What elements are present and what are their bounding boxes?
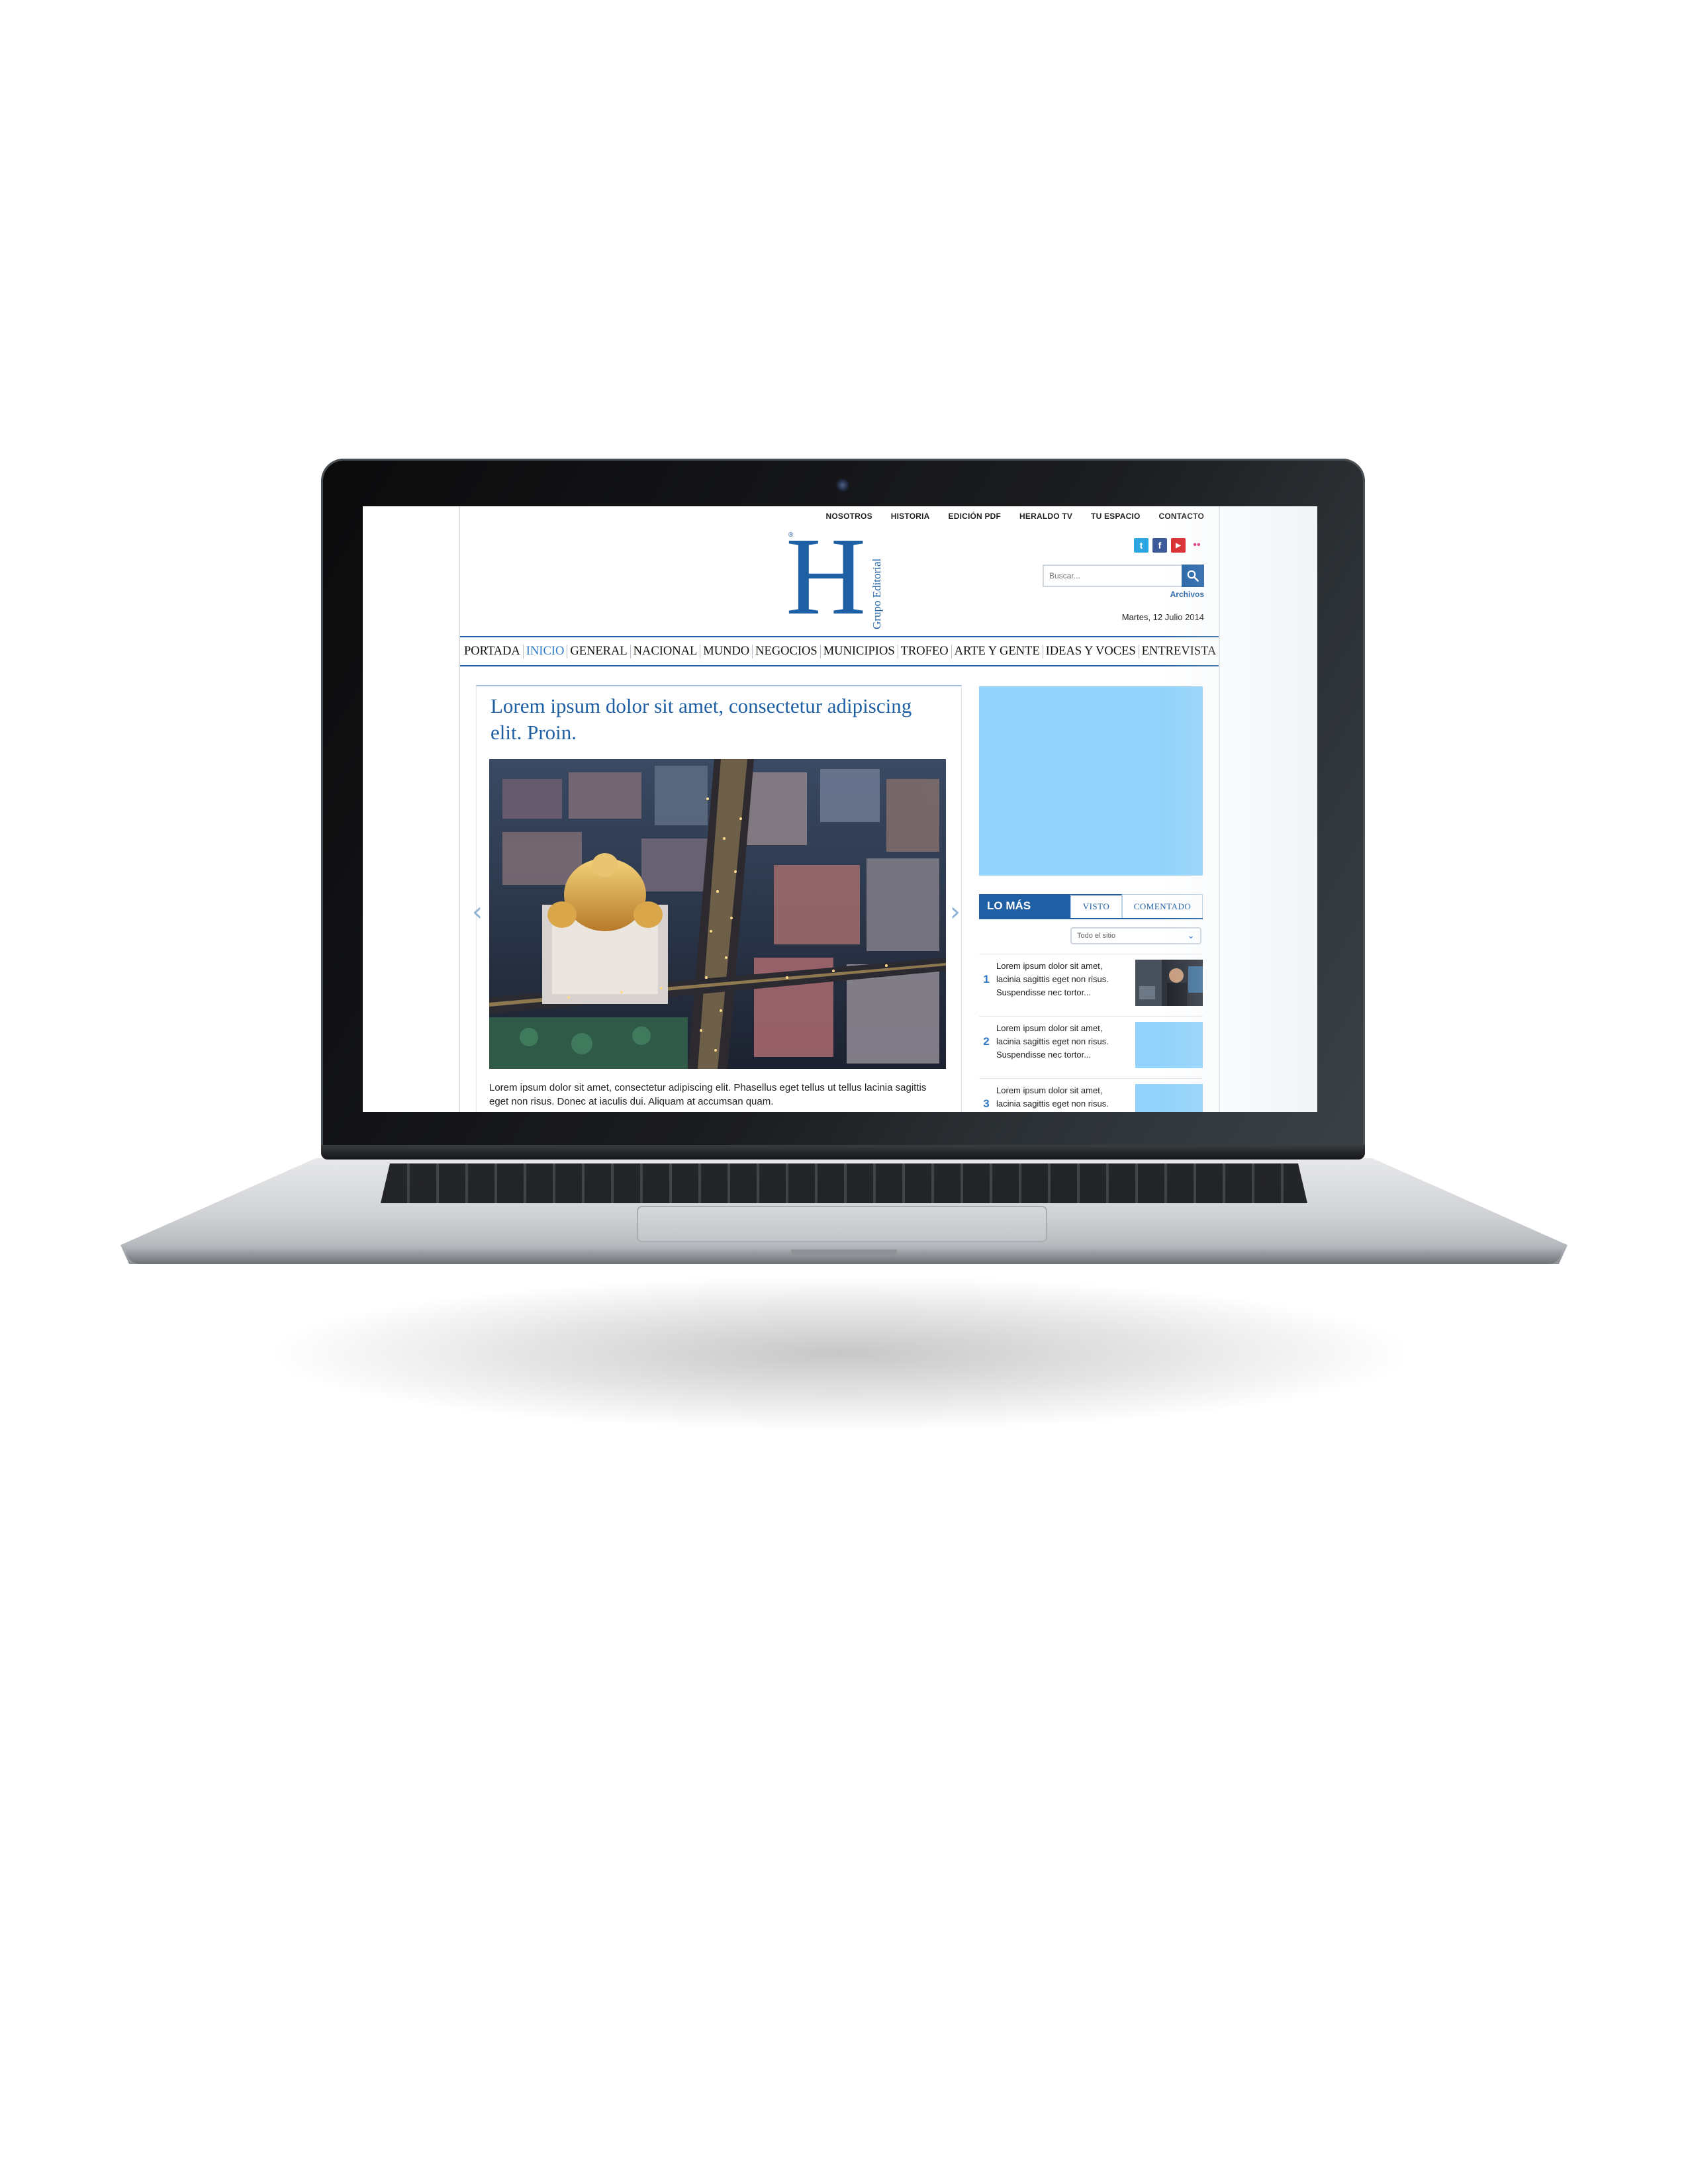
top-links: NOSOTROS HISTORIA EDICIÓN PDF HERALDO TV… [826,512,1205,521]
flickr-icon[interactable]: •• [1190,538,1204,553]
toplink-heraldo-tv[interactable]: HERALDO TV [1019,512,1072,521]
logo-subtitle: Grupo Editorial [870,558,883,629]
main-nav: PORTADA INICIO GENERAL NACIONAL MUNDO NE… [460,636,1219,666]
search-box [1043,565,1204,587]
list-item[interactable]: 2 Lorem ipsum dolor sit amet, lacinia sa… [979,1016,1203,1073]
section-filter-select[interactable]: Todo el sitio ⌄ [1070,927,1201,944]
article-summary: Lorem ipsum dolor sit amet, consectetur … [489,1082,927,1107]
list-item[interactable]: 1 Lorem ipsum dolor sit amet, lacinia sa… [979,954,1203,1011]
nav-item-ideas-y-voces[interactable]: IDEAS Y VOCES [1043,644,1139,659]
site-logo[interactable]: ® H Grupo Editorial [786,521,898,632]
toplink-edicion-pdf[interactable]: EDICIÓN PDF [949,512,1002,521]
current-date: Martes, 12 Julio 2014 [1121,612,1204,622]
list-item-text: Lorem ipsum dolor sit amet, lacinia sagi… [996,961,1109,997]
list-item-rank: 3 [983,1097,990,1110]
list-item-text: Lorem ipsum dolor sit amet, lacinia sagi… [996,1023,1109,1060]
most-panel-header: LO MÁS VISTO COMENTADO [979,894,1203,919]
laptop-keyboard [381,1163,1307,1203]
website-page: NOSOTROS HISTORIA EDICIÓN PDF HERALDO TV… [459,506,1220,1112]
city-aerial-image [489,759,946,1069]
laptop-screen: NOSOTROS HISTORIA EDICIÓN PDF HERALDO TV… [363,506,1317,1112]
toplink-historia[interactable]: HISTORIA [891,512,930,521]
list-item-thumbnail [1135,1084,1203,1112]
social-links: t f ▶ •• [1134,538,1204,553]
list-item-rank: 2 [983,1035,990,1048]
laptop-notch [791,1250,897,1256]
tab-comentado[interactable]: COMENTADO [1122,894,1203,918]
laptop-hinge [321,1145,1365,1160]
list-item[interactable]: 3 Lorem ipsum dolor sit amet, lacinia sa… [979,1078,1203,1112]
toplink-contacto[interactable]: CONTACTO [1159,512,1205,521]
nav-item-general[interactable]: GENERAL [567,644,631,659]
nav-item-mundo[interactable]: MUNDO [700,644,753,659]
laptop-trackpad [637,1206,1047,1242]
webcam [836,478,849,492]
list-item-rank: 1 [983,973,990,985]
laptop-shadow [278,1277,1403,1430]
article-headline[interactable]: Lorem ipsum dolor sit amet, consectetur … [491,693,914,746]
list-item-thumbnail [1135,960,1203,1006]
article-photo[interactable] [489,759,946,1069]
toplink-tu-espacio[interactable]: TU ESPACIO [1091,512,1140,521]
nav-item-municipios[interactable]: MUNICIPIOS [821,644,898,659]
carousel-prev-arrow[interactable]: ‹ [472,897,483,927]
youtube-icon[interactable]: ▶ [1171,538,1186,553]
nav-item-entrevista[interactable]: ENTREVISTA [1139,645,1219,659]
carousel-next-arrow[interactable]: › [950,897,961,927]
search-icon [1187,570,1199,582]
twitter-icon[interactable]: t [1134,538,1149,553]
logo-letter: H [786,515,867,638]
nav-item-inicio[interactable]: INICIO [524,644,568,659]
search-input[interactable] [1043,565,1182,587]
ad-placeholder[interactable] [979,686,1203,876]
facebook-icon[interactable]: f [1152,538,1167,553]
tab-visto[interactable]: VISTO [1070,894,1122,918]
nav-item-portada[interactable]: PORTADA [461,644,524,659]
nav-item-trofeo[interactable]: TROFEO [898,644,952,659]
nav-item-negocios[interactable]: NEGOCIOS [753,644,821,659]
most-panel-title: LO MÁS [979,894,1070,918]
list-item-thumbnail [1135,1022,1203,1068]
nav-item-nacional[interactable]: NACIONAL [631,644,701,659]
section-filter-value: Todo el sitio [1077,932,1116,940]
list-item-text: Lorem ipsum dolor sit amet, lacinia sagi… [996,1085,1109,1109]
archive-link[interactable]: Archivos [1170,590,1204,599]
nav-item-arte-y-gente[interactable]: ARTE Y GENTE [952,644,1043,659]
search-button[interactable] [1182,565,1204,587]
chevron-down-icon: ⌄ [1187,931,1195,941]
